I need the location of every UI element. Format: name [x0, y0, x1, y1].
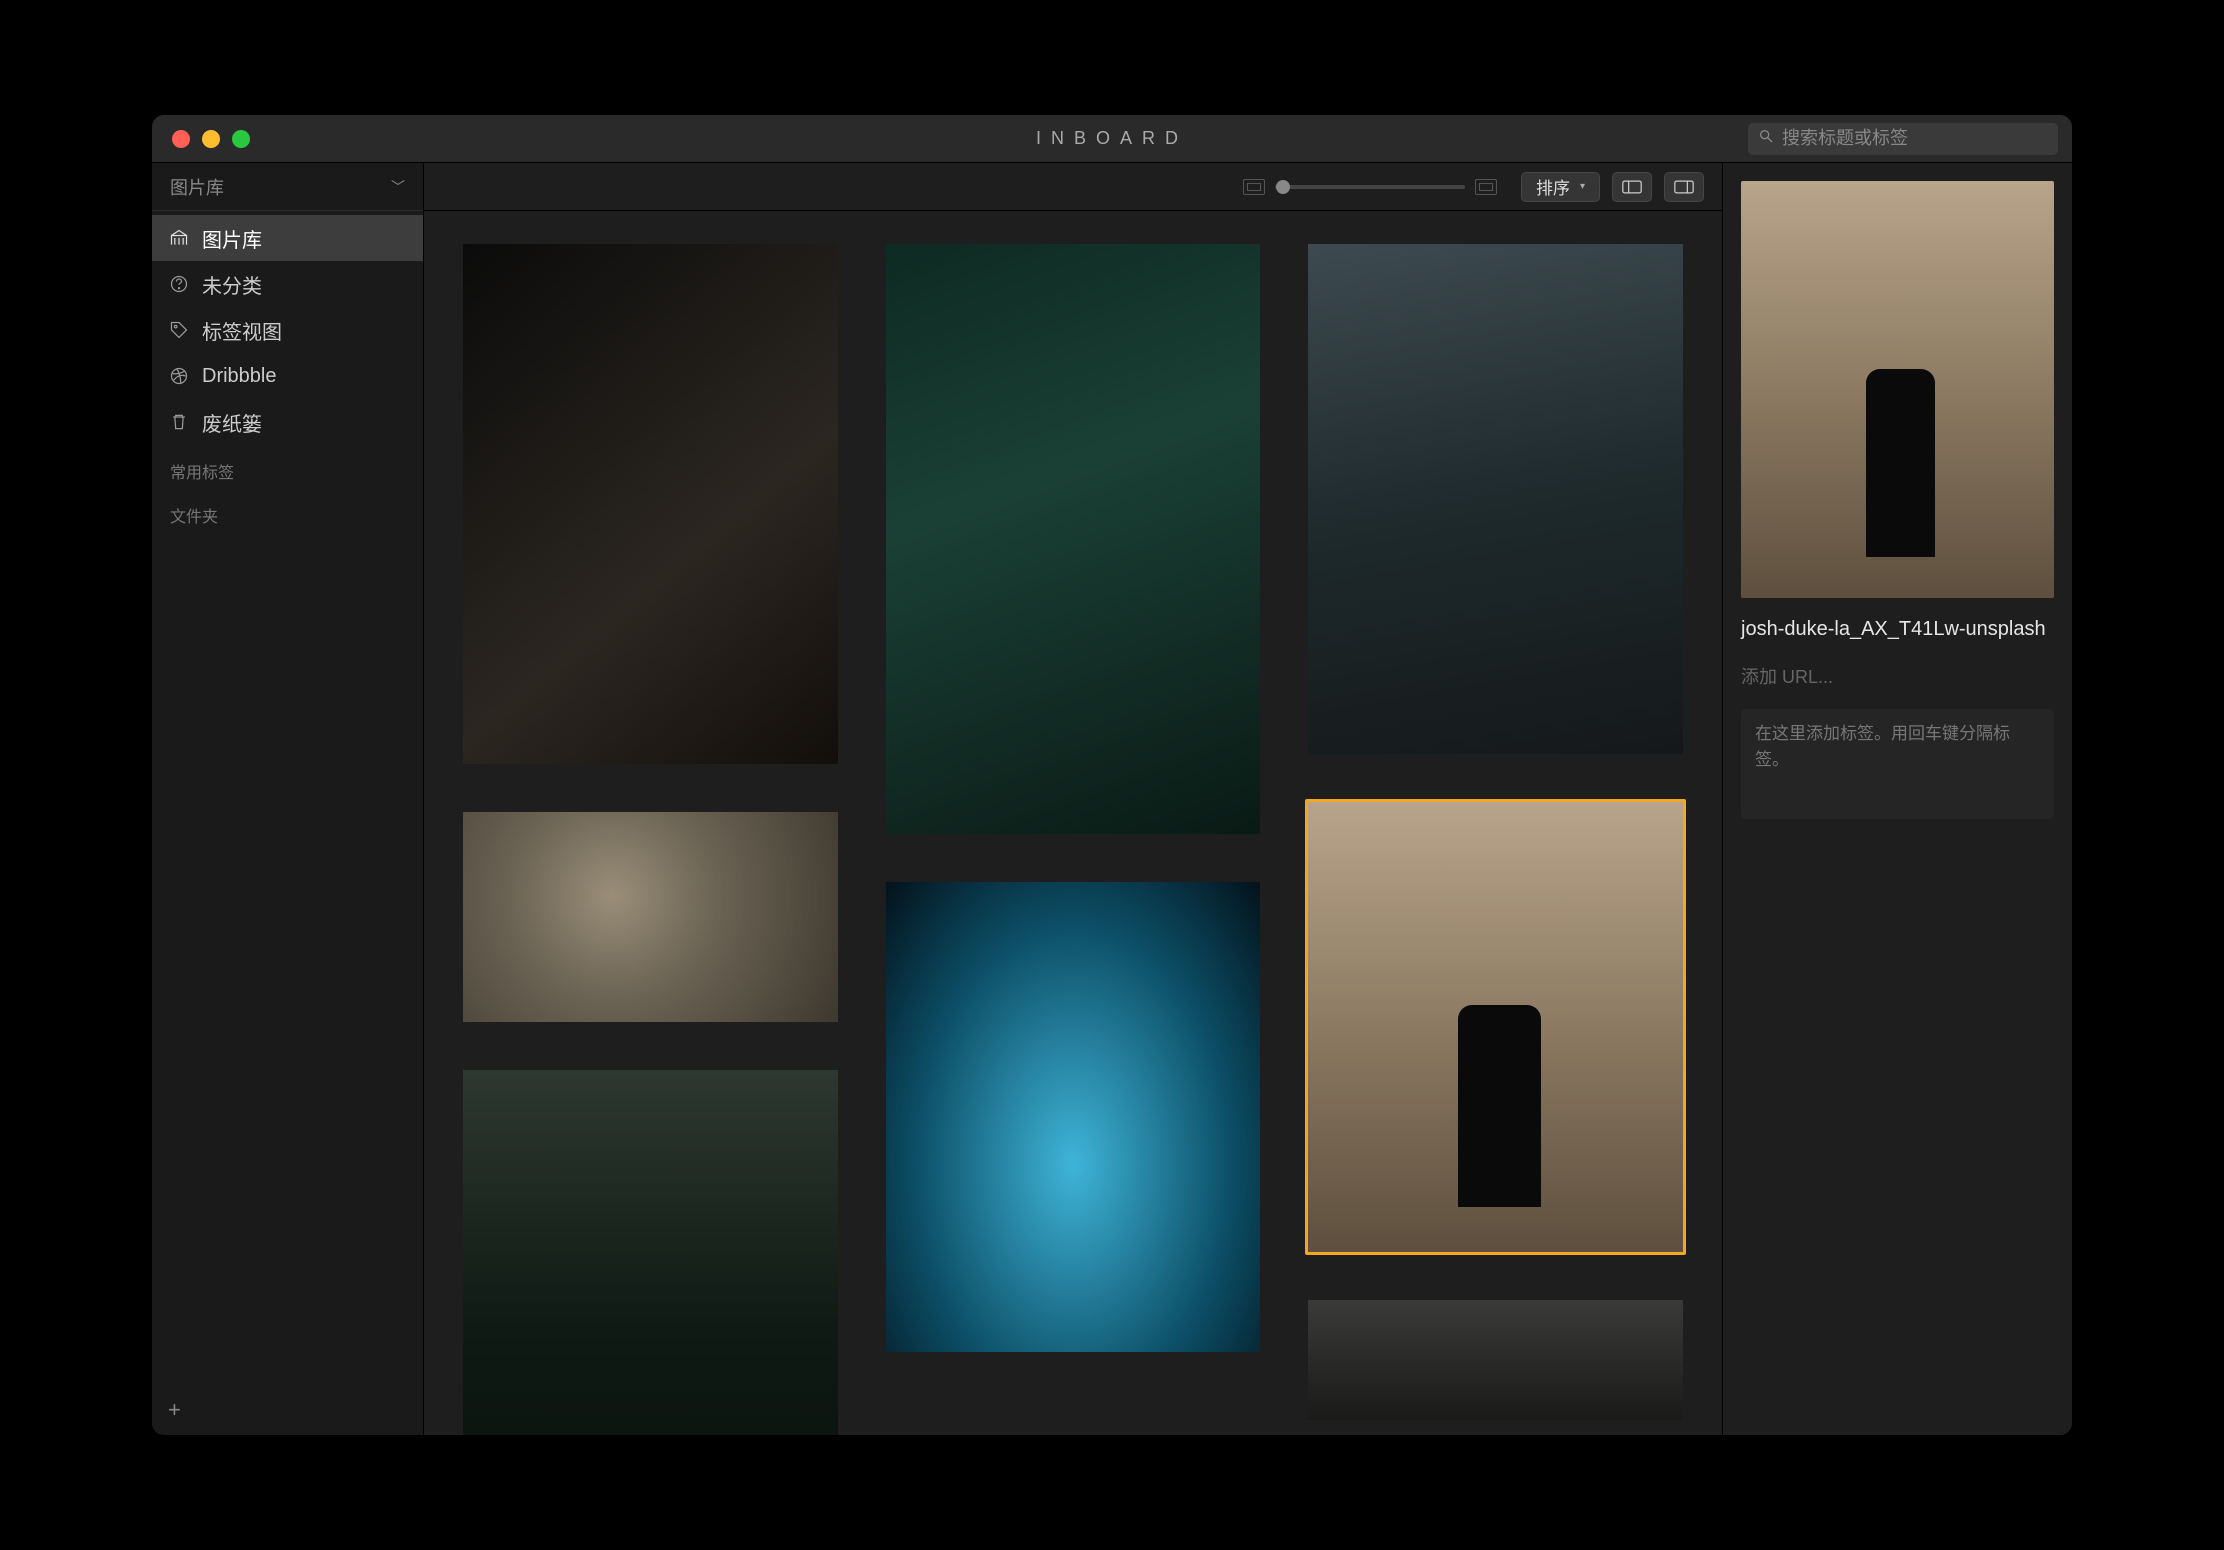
- thumbnail-image: [886, 244, 1261, 834]
- zoom-control: [1243, 179, 1497, 195]
- sidebar-item-library[interactable]: 图片库: [152, 215, 423, 261]
- zoom-slider-thumb[interactable]: [1276, 180, 1290, 194]
- grid-scroll[interactable]: [424, 211, 1722, 1435]
- inspector-filename[interactable]: josh-duke-la_AX_T41Lw-unsplash: [1741, 616, 2054, 643]
- thumbnail-image: [886, 882, 1261, 1352]
- app-title: INBOARD: [1036, 128, 1188, 149]
- sort-button[interactable]: 排序 ▾: [1521, 172, 1600, 202]
- zoom-in-icon[interactable]: [1475, 179, 1497, 195]
- window-zoom-button[interactable]: [232, 130, 250, 148]
- zoom-slider[interactable]: [1275, 185, 1465, 189]
- image-grid: [460, 241, 1686, 1435]
- add-button[interactable]: +: [152, 1385, 423, 1435]
- sidebar-list: 图片库 未分类 标签视图: [152, 211, 423, 445]
- thumbnail[interactable]: [883, 241, 1264, 837]
- inspector-preview-image: [1741, 181, 2054, 598]
- sort-button-label: 排序: [1536, 174, 1570, 199]
- sidebar-item-dribbble[interactable]: Dribbble: [152, 353, 423, 399]
- main-area: 排序 ▾: [424, 163, 1722, 1435]
- sidebar-item-label: 标签视图: [202, 316, 282, 345]
- thumbnail-image: [463, 1070, 838, 1435]
- thumbnail-image: [463, 244, 838, 764]
- sidebar-section-tags: 常用标签: [152, 445, 423, 489]
- window-minimize-button[interactable]: [202, 130, 220, 148]
- thumbnail-image: [1308, 1300, 1683, 1420]
- sidebar: 图片库 ﹀ 图片库 未分类: [152, 163, 424, 1435]
- thumbnail[interactable]: [460, 1067, 841, 1435]
- traffic-lights: [152, 130, 250, 148]
- chevron-down-icon: ﹀: [391, 177, 405, 197]
- app-window: INBOARD 图片库 ﹀ 图片库: [152, 115, 2072, 1435]
- caret-down-icon: ▾: [1580, 181, 1585, 192]
- titlebar: INBOARD: [152, 115, 2072, 163]
- tag-icon: [168, 319, 190, 341]
- window-close-button[interactable]: [172, 130, 190, 148]
- sidebar-item-label: 未分类: [202, 270, 262, 299]
- thumbnail[interactable]: [883, 879, 1264, 1355]
- search-field-wrap[interactable]: [1748, 123, 2058, 155]
- inspector-url-field[interactable]: 添加 URL...: [1741, 661, 2054, 691]
- sidebar-item-trash[interactable]: 废纸篓: [152, 399, 423, 445]
- thumbnail-image: [1308, 802, 1683, 1252]
- view-left-panel-button[interactable]: [1612, 172, 1652, 202]
- trash-icon: [168, 411, 190, 433]
- thumbnail[interactable]: [460, 241, 841, 767]
- search-input[interactable]: [1782, 128, 2048, 149]
- question-icon: [168, 273, 190, 295]
- thumbnail[interactable]: [1305, 1297, 1686, 1423]
- inspector-preview[interactable]: [1741, 181, 2054, 598]
- dribbble-icon: [168, 365, 190, 387]
- zoom-out-icon[interactable]: [1243, 179, 1265, 195]
- sidebar-item-label: Dribbble: [202, 365, 276, 388]
- sidebar-section-folders: 文件夹: [152, 489, 423, 533]
- thumbnail-image: [463, 812, 838, 1022]
- sidebar-header[interactable]: 图片库 ﹀: [152, 163, 423, 211]
- sidebar-item-tags[interactable]: 标签视图: [152, 307, 423, 353]
- search-icon: [1758, 128, 1782, 149]
- inspector: josh-duke-la_AX_T41Lw-unsplash 添加 URL...…: [1722, 163, 2072, 1435]
- thumbnail[interactable]: [460, 809, 841, 1025]
- thumbnail-selected[interactable]: [1305, 799, 1686, 1255]
- plus-icon: +: [168, 1397, 181, 1422]
- sidebar-item-label: 图片库: [202, 224, 262, 253]
- inspector-tags-field[interactable]: 在这里添加标签。用回车键分隔标签。: [1741, 709, 2054, 819]
- sidebar-item-label: 废纸篓: [202, 408, 262, 437]
- library-icon: [168, 227, 190, 249]
- sidebar-item-uncategorized[interactable]: 未分类: [152, 261, 423, 307]
- toolbar: 排序 ▾: [424, 163, 1722, 211]
- sidebar-header-label: 图片库: [170, 174, 224, 200]
- thumbnail-image: [1308, 244, 1683, 754]
- view-right-panel-button[interactable]: [1664, 172, 1704, 202]
- thumbnail[interactable]: [1305, 241, 1686, 757]
